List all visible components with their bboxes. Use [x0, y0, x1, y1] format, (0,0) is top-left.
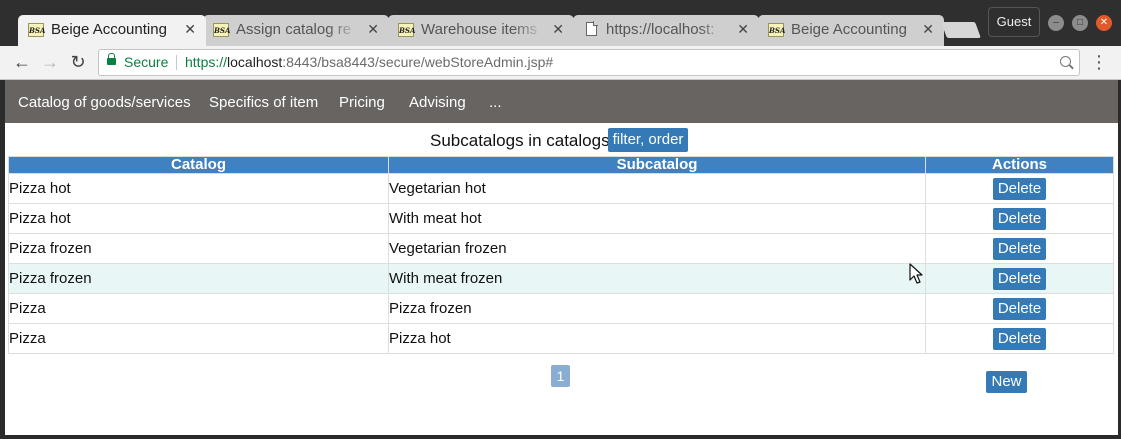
page-title: Subcatalogs in catalogs [430, 131, 610, 150]
tab-close-icon[interactable]: ✕ [552, 21, 564, 38]
subcatalog-cell: Vegetarian frozen [388, 233, 926, 264]
bsa-favicon-icon: BSA [768, 23, 785, 37]
table-row: Pizza Pizza hot Delete [8, 323, 1114, 354]
actions-cell: Delete [925, 323, 1114, 354]
tab-close-icon[interactable]: ✕ [922, 21, 934, 38]
heading-row: Subcatalogs in catalogs filter, order [5, 128, 1118, 152]
column-header-subcatalog: Subcatalog [388, 156, 926, 174]
browser-tab-warehouse-items[interactable]: BSA Warehouse items ✕ [388, 15, 574, 46]
column-header-actions: Actions [925, 156, 1114, 174]
browser-tab-strip: BSA Beige Accounting ✕ BSA Assign catalo… [0, 0, 1121, 46]
new-button[interactable]: New [986, 371, 1027, 393]
mouse-pointer-icon [909, 263, 923, 284]
delete-button[interactable]: Delete [993, 237, 1046, 260]
tab-title: Assign catalog re [236, 21, 352, 38]
table-header-row: Catalog Subcatalog Actions [8, 156, 1114, 174]
browser-tab-beige-accounting-2[interactable]: BSA Beige Accounting ✕ [758, 15, 944, 46]
actions-cell: Delete [925, 173, 1114, 204]
secure-label: Secure [124, 54, 169, 70]
window-bottom-border [0, 435, 1121, 439]
catalog-cell: Pizza frozen [8, 263, 389, 294]
subcatalog-cell: Pizza frozen [388, 293, 926, 324]
subcatalog-cell: Pizza hot [388, 323, 926, 354]
tab-title: Warehouse items [421, 21, 538, 38]
forward-arrow-icon[interactable]: → [39, 51, 61, 73]
url-text[interactable]: https://localhost:8443/bsa8443/secure/we… [185, 50, 553, 75]
browser-tab-beige-accounting[interactable]: BSA Beige Accounting ✕ [18, 15, 206, 46]
nav-item-more[interactable]: ... [489, 94, 502, 111]
url-host: localhost [227, 54, 283, 70]
catalog-cell: Pizza [8, 293, 389, 324]
tab-close-icon[interactable]: ✕ [184, 21, 196, 38]
profile-button[interactable]: Guest [988, 7, 1040, 37]
nav-item-pricing[interactable]: Pricing [339, 94, 385, 111]
tab-title: Beige Accounting [51, 21, 167, 38]
zoom-icon[interactable] [1060, 56, 1071, 67]
bsa-favicon-icon: BSA [213, 23, 230, 37]
catalog-cell: Pizza [8, 323, 389, 354]
actions-cell: Delete [925, 203, 1114, 234]
omnibox-divider [176, 55, 177, 70]
browser-tab-localhost[interactable]: https://localhost: ✕ [573, 15, 759, 46]
delete-button[interactable]: Delete [993, 207, 1046, 230]
back-arrow-icon[interactable]: ← [11, 51, 33, 73]
nav-item-catalog[interactable]: Catalog of goods/services [18, 94, 191, 111]
lock-icon [107, 53, 116, 65]
filter-order-button[interactable]: filter, order [608, 128, 688, 152]
tab-title: Beige Accounting [791, 21, 907, 38]
table-row: Pizza hot With meat hot Delete [8, 203, 1114, 234]
actions-cell: Delete [925, 293, 1114, 324]
table-row: Pizza hot Vegetarian hot Delete [8, 173, 1114, 204]
close-window-button[interactable]: ✕ [1096, 15, 1112, 31]
table-row: Pizza frozen Vegetarian frozen Delete [8, 233, 1114, 264]
subcatalog-cell: With meat frozen [388, 263, 926, 294]
table-row: Pizza Pizza frozen Delete [8, 293, 1114, 324]
url-scheme: https:// [185, 54, 228, 70]
reload-icon[interactable]: ↻ [67, 51, 89, 73]
browser-menu-icon[interactable]: ⋮ [1090, 51, 1108, 73]
app-navigation-bar: Catalog of goods/services Specifics of i… [5, 80, 1118, 123]
pagination-page-1[interactable]: 1 [551, 365, 570, 387]
nav-item-advising[interactable]: Advising [409, 94, 466, 111]
delete-button[interactable]: Delete [993, 177, 1046, 200]
address-bar[interactable]: Secure https://localhost:8443/bsa8443/se… [98, 49, 1080, 76]
catalog-cell: Pizza hot [8, 203, 389, 234]
delete-button[interactable]: Delete [993, 297, 1046, 320]
actions-cell: Delete [925, 263, 1114, 294]
browser-tab-assign-catalog[interactable]: BSA Assign catalog re ✕ [203, 15, 389, 46]
catalog-cell: Pizza hot [8, 173, 389, 204]
bsa-favicon-icon: BSA [28, 23, 45, 37]
new-tab-button[interactable] [941, 22, 981, 38]
table-row-hovered: Pizza frozen With meat frozen Delete [8, 263, 1114, 294]
url-path: :8443/bsa8443/secure/webStoreAdmin.jsp# [282, 54, 554, 70]
delete-button[interactable]: Delete [993, 267, 1046, 290]
minimize-window-button[interactable]: – [1048, 15, 1064, 31]
tab-close-icon[interactable]: ✕ [737, 21, 749, 38]
subcatalogs-table: Catalog Subcatalog Actions Pizza hot Veg… [8, 156, 1114, 354]
nav-item-specifics[interactable]: Specifics of item [209, 94, 318, 111]
bsa-favicon-icon: BSA [398, 23, 415, 37]
catalog-cell: Pizza frozen [8, 233, 389, 264]
web-page: Catalog of goods/services Specifics of i… [5, 80, 1118, 435]
column-header-catalog: Catalog [8, 156, 389, 174]
browser-toolbar: ← → ↻ Secure https://localhost:8443/bsa8… [0, 46, 1121, 80]
maximize-window-button[interactable]: □ [1072, 15, 1088, 31]
delete-button[interactable]: Delete [993, 327, 1046, 350]
tab-close-icon[interactable]: ✕ [367, 21, 379, 38]
subcatalog-cell: Vegetarian hot [388, 173, 926, 204]
tab-title: https://localhost: [606, 21, 715, 38]
actions-cell: Delete [925, 233, 1114, 264]
subcatalog-cell: With meat hot [388, 203, 926, 234]
document-icon [586, 21, 598, 36]
